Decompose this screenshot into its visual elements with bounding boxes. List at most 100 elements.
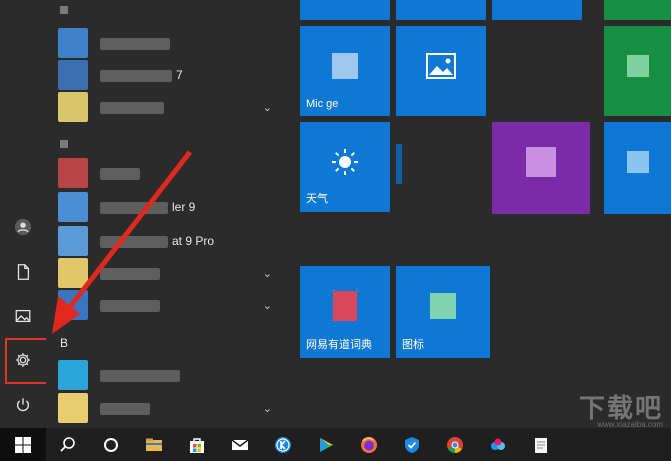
app-row[interactable]	[58, 158, 284, 188]
search-icon	[59, 436, 75, 452]
chevron-down-icon: ⌄	[262, 267, 272, 280]
settings-highlight-box	[5, 338, 51, 384]
cortana-button[interactable]	[89, 428, 132, 461]
store-button[interactable]	[175, 428, 218, 461]
app-icon	[58, 158, 88, 188]
kugou-icon	[274, 436, 291, 453]
purple-tile[interactable]	[492, 122, 590, 214]
group-header-blurred	[60, 140, 68, 148]
app-label: 7	[100, 68, 183, 82]
firefox-button[interactable]	[347, 428, 390, 461]
tile[interactable]	[300, 0, 390, 20]
app-row[interactable]: at 9 Pro	[58, 226, 284, 256]
app-label	[100, 298, 164, 312]
notepad-button[interactable]	[519, 428, 562, 461]
app-icon	[58, 28, 88, 58]
app-row[interactable]: ⌄	[58, 92, 284, 122]
windows-start-icon	[15, 436, 31, 453]
app-label	[100, 266, 164, 280]
sun-icon	[332, 148, 358, 175]
baidu-netdisk-icon	[490, 438, 505, 450]
power-icon	[17, 398, 29, 412]
store-icon	[189, 437, 204, 453]
app-icon	[626, 151, 649, 174]
app-row[interactable]: ler 9	[58, 192, 284, 222]
app-label: at 9 Pro	[100, 234, 214, 248]
app-row[interactable]: ⌄	[58, 393, 284, 423]
chevron-down-icon: ⌄	[262, 299, 272, 312]
taskbar	[0, 428, 671, 461]
tile-label: 图标	[402, 339, 424, 351]
photos-tile[interactable]	[396, 26, 486, 116]
group-header-blurred	[60, 6, 68, 14]
tile-area: Mic ge 天气 网易有道词典 图标	[300, 0, 671, 428]
folder-icon	[58, 258, 88, 288]
section-header-b[interactable]: B	[60, 336, 68, 350]
power-button[interactable]	[0, 385, 46, 425]
app-label	[100, 166, 144, 180]
tile[interactable]	[604, 0, 671, 20]
app-label	[100, 100, 168, 114]
app-icon	[58, 290, 88, 320]
cortana-icon	[103, 437, 118, 452]
app-list: 7 ⌄ ler 9 at 9 Pro ⌄ ⌄ B ⌄	[46, 0, 290, 428]
app-icon	[626, 54, 649, 77]
app-icon	[333, 291, 357, 322]
firefox-icon	[360, 436, 377, 453]
documents-button[interactable]	[0, 252, 46, 292]
chrome-button[interactable]	[433, 428, 476, 461]
edge-tile[interactable]: Mic ge	[300, 26, 390, 116]
tile-label: 天气	[306, 193, 328, 205]
app-label	[100, 36, 174, 50]
tile[interactable]	[604, 26, 671, 116]
app-icon	[58, 360, 88, 390]
start-button[interactable]	[0, 428, 46, 461]
app-label	[100, 368, 184, 382]
tile-edge	[396, 144, 402, 184]
weather-tile[interactable]: 天气	[300, 122, 390, 212]
app-icon	[58, 60, 88, 90]
tile[interactable]	[492, 0, 582, 20]
chrome-icon	[446, 436, 463, 453]
youdao-dict-tile[interactable]: 网易有道词典	[300, 266, 390, 358]
play-button[interactable]	[304, 428, 347, 461]
image-icon	[15, 309, 31, 323]
app-icon	[430, 293, 456, 320]
file-explorer-button[interactable]	[132, 428, 175, 461]
app-row[interactable]: ⌄	[58, 258, 284, 288]
app-row[interactable]	[58, 360, 284, 390]
tile[interactable]: 图标	[396, 266, 490, 358]
file-explorer-icon	[145, 438, 162, 451]
app-icon	[332, 52, 358, 79]
app-icon	[58, 192, 88, 222]
baidu-netdisk-button[interactable]	[476, 428, 519, 461]
image-icon	[426, 52, 456, 79]
app-row[interactable]: 7	[58, 60, 284, 90]
chevron-down-icon: ⌄	[262, 101, 272, 114]
security-button[interactable]	[390, 428, 433, 461]
shield-icon	[404, 436, 419, 453]
document-icon	[17, 264, 30, 280]
tile[interactable]	[396, 0, 486, 20]
chevron-down-icon: ⌄	[262, 402, 272, 415]
kugou-button[interactable]	[261, 428, 304, 461]
app-icon	[526, 147, 556, 178]
mail-button[interactable]	[218, 428, 261, 461]
pictures-button[interactable]	[0, 296, 46, 336]
user-icon	[14, 218, 32, 236]
app-row[interactable]: ⌄	[58, 290, 284, 320]
user-avatar-button[interactable]	[0, 207, 46, 247]
notepad-icon	[534, 437, 547, 453]
folder-icon	[58, 92, 88, 122]
mail-icon	[231, 438, 248, 450]
play-icon	[319, 437, 333, 452]
app-label: ler 9	[100, 200, 195, 214]
tile-label: 网易有道词典	[306, 339, 372, 351]
search-button[interactable]	[46, 428, 89, 461]
app-row[interactable]	[58, 28, 284, 58]
folder-icon	[58, 393, 88, 423]
app-icon	[58, 226, 88, 256]
tile[interactable]	[604, 122, 671, 214]
app-label	[100, 401, 154, 415]
tile-label: Mic ge	[306, 98, 339, 110]
